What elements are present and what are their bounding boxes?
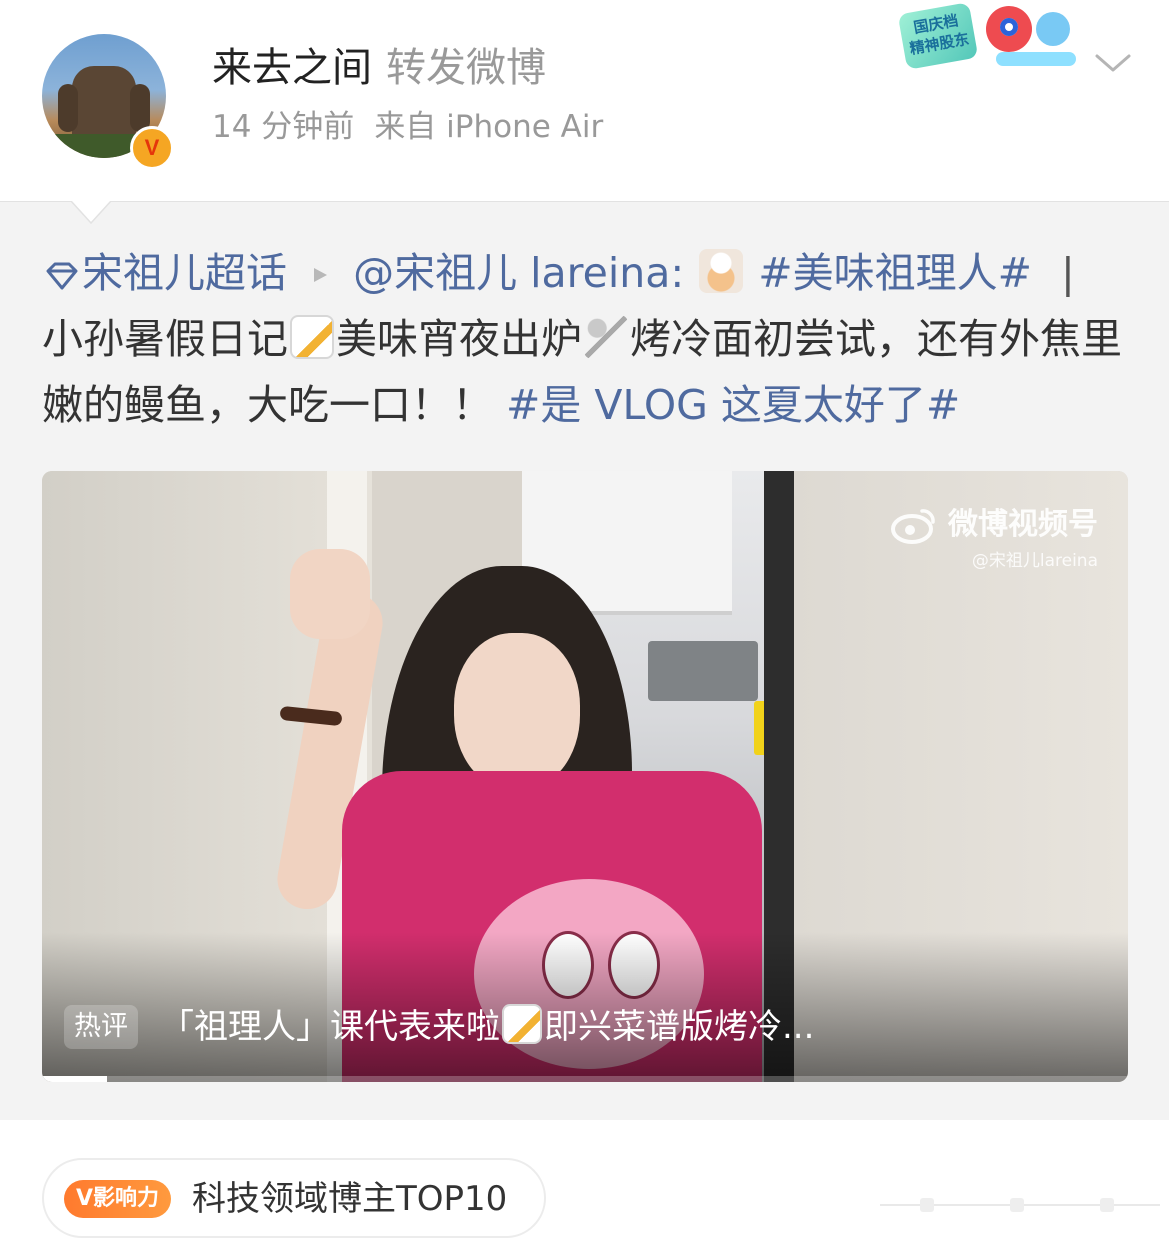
caption-text: 即兴菜谱版烤冷... [544,1007,815,1047]
video-player[interactable]: 微博视频号 @宋祖儿lareina 热评 「祖理人」课代表来啦 即兴菜谱版烤冷..… [42,471,1128,1082]
diamond-icon [46,262,78,290]
influence-tag: V影响力 [64,1180,172,1218]
plane-icon [996,52,1076,66]
event-badge-label: 国庆档 精神股东 [897,2,979,70]
chevron-down-icon[interactable] [1093,48,1133,78]
play-arrow-icon [314,268,328,282]
video-person-hand [290,549,370,639]
action-bar-faded [880,1198,1160,1212]
watermark-handle: @宋祖儿lareina [971,551,1098,571]
mascot-icon [986,6,1032,52]
super-topic-label: 宋祖儿超话 [82,249,287,297]
author-mention[interactable]: @宋祖儿 lareina: [353,249,684,297]
text-segment: 小孙暑假日记 [42,315,288,363]
repost-text: 宋祖儿超话 @宋祖儿 lareina: #美味祖理人# | 小孙暑假日记 美味宵夜… [42,240,1132,438]
avatar[interactable]: V [42,34,174,170]
super-topic-link[interactable]: 宋祖儿超话 [42,249,287,297]
name-line: 来去之间 转发微博 [212,42,546,94]
chef-emoji-icon [699,249,744,293]
reposted-content[interactable]: 宋祖儿超话 @宋祖儿 lareina: #美味祖理人# | 小孙暑假日记 美味宵夜… [0,201,1169,1121]
hot-comment-tag: 热评 [64,1005,138,1049]
post-footer: V影响力 科技领域博主TOP10 [0,1120,1169,1241]
video-progress-bar[interactable] [42,1076,1128,1082]
influence-badge[interactable]: V影响力 科技领域博主TOP10 [42,1158,546,1238]
video-watermark: 微博视频号 @宋祖儿lareina [890,505,1098,573]
video-scene-shelf [648,641,758,701]
meta-line: 14 分钟前 来自 iPhone Air [212,106,603,148]
influence-text: 科技领域博主TOP10 [192,1179,508,1219]
spoon-emoji-icon [584,315,628,359]
planet-icon [1036,12,1070,46]
hashtag-link[interactable]: #是 VLOG 这夏太好了# [506,381,960,429]
weibo-logo-icon [891,509,935,544]
caption-text: 「祖理人」课代表来啦 [160,1007,500,1047]
video-person-face [454,633,580,791]
memo-emoji-icon [502,1004,542,1044]
memo-emoji-icon [290,315,334,359]
post-time: 14 分钟前 [212,109,355,145]
hot-comment-caption[interactable]: 「祖理人」课代表来啦 即兴菜谱版烤冷... [160,999,814,1055]
hashtag-link[interactable]: #美味祖理人# [758,249,1032,297]
repost-label: 转发微博 [386,45,546,91]
separator: | [1061,249,1075,297]
event-badge[interactable]: 国庆档 精神股东 [896,2,1082,80]
user-name[interactable]: 来去之间 [212,45,372,91]
text-segment: 美味宵夜出炉 [336,315,582,363]
verified-badge-icon: V [130,126,174,170]
video-progress-fill [42,1076,108,1082]
post-source: 来自 iPhone Air [374,109,604,145]
repost-notch [71,201,111,225]
watermark-title: 微博视频号 [948,507,1098,542]
post-header: V 来去之间 转发微博 14 分钟前 来自 iPhone Air 国庆档 精神股东 [0,0,1169,201]
